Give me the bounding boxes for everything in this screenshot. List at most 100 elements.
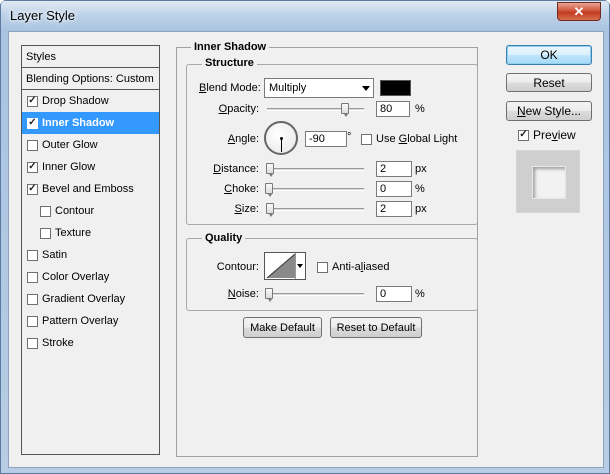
preview-toggle[interactable]: Preview — [518, 128, 576, 142]
preview-swatch — [533, 167, 565, 198]
angle-unit: ° — [347, 131, 352, 143]
anti-aliased[interactable]: Anti-aliased — [317, 261, 390, 273]
sidebar-item-bevel-and-emboss[interactable]: Bevel and Emboss — [22, 178, 159, 200]
styles-sidebar: Styles Blending Options: Custom Drop Sha… — [21, 45, 160, 455]
close-button[interactable]: ✕ — [557, 2, 601, 21]
angle-center — [280, 137, 283, 140]
distance-slider-thumb[interactable] — [266, 163, 274, 177]
distance-slider[interactable] — [267, 168, 364, 171]
choke-slider-thumb[interactable] — [265, 183, 273, 197]
blend-mode-value: Multiply — [269, 82, 307, 94]
sidebar-item-label: Color Overlay — [42, 271, 110, 283]
structure-legend: Structure — [202, 57, 257, 69]
sidebar-item-outer-glow[interactable]: Outer Glow — [22, 134, 159, 156]
noise-slider[interactable] — [267, 293, 364, 296]
blending-options-item[interactable]: Blending Options: Custom — [22, 68, 159, 90]
new-style-button[interactable]: New Style... — [506, 101, 592, 121]
sidebar-item-label: Inner Shadow — [42, 117, 115, 129]
layer-style-window: Layer Style ✕ Styles Blending Options: C… — [0, 0, 610, 474]
opacity-slider[interactable] — [267, 108, 364, 111]
panel-title: Inner Shadow — [191, 41, 270, 53]
sidebar-item-checkbox[interactable] — [27, 139, 38, 151]
chevron-down-icon — [297, 264, 303, 268]
quality-legend: Quality — [202, 232, 246, 244]
noise-unit: % — [415, 288, 425, 300]
dialog-client: Styles Blending Options: Custom Drop Sha… — [8, 31, 604, 468]
sidebar-item-checkbox[interactable] — [27, 315, 38, 327]
distance-label: Distance: — [213, 163, 259, 175]
sidebar-item-checkbox[interactable] — [27, 337, 38, 349]
sidebar-item-label: Drop Shadow — [42, 95, 109, 107]
shadow-color-swatch[interactable] — [380, 80, 411, 96]
distance-unit: px — [415, 163, 427, 175]
sidebar-item-checkbox[interactable] — [27, 249, 38, 261]
sidebar-item-label: Satin — [42, 249, 68, 261]
size-slider-thumb[interactable] — [266, 203, 274, 217]
sidebar-item-label: Inner Glow — [42, 161, 96, 173]
angle-needle — [281, 138, 282, 152]
window-title: Layer Style — [10, 8, 76, 23]
style-preview — [516, 150, 580, 213]
angle-input[interactable]: -90 — [305, 131, 347, 147]
quality-group — [186, 238, 478, 311]
noise-slider-thumb[interactable] — [265, 288, 273, 302]
styles-header[interactable]: Styles — [22, 46, 159, 68]
sidebar-item-checkbox[interactable] — [27, 117, 38, 129]
chevron-down-icon — [362, 86, 370, 91]
noise-input[interactable]: 0 — [376, 286, 412, 302]
close-icon: ✕ — [573, 3, 585, 19]
choke-input[interactable]: 0 — [376, 181, 412, 197]
sidebar-item-drop-shadow[interactable]: Drop Shadow — [22, 90, 159, 112]
sidebar-item-checkbox[interactable] — [27, 293, 38, 305]
anti-aliased-label: Anti-aliased — [332, 261, 390, 273]
opacity-slider-thumb[interactable] — [340, 103, 349, 117]
reset-button[interactable]: Reset — [506, 73, 592, 92]
sidebar-item-stroke[interactable]: Stroke — [22, 332, 159, 354]
sidebar-item-checkbox[interactable] — [27, 271, 38, 283]
make-default-button[interactable]: Make Default — [243, 317, 322, 338]
reset-to-default-button[interactable]: Reset to Default — [330, 317, 422, 338]
sidebar-item-label: Gradient Overlay — [42, 293, 126, 305]
sidebar-item-label: Bevel and Emboss — [42, 183, 134, 195]
sidebar-item-satin[interactable]: Satin — [22, 244, 159, 266]
choke-slider[interactable] — [267, 188, 364, 191]
sidebar-item-label: Texture — [55, 227, 92, 239]
angle-dial[interactable] — [264, 121, 298, 155]
sidebar-item-checkbox[interactable] — [40, 205, 51, 217]
sidebar-item-checkbox[interactable] — [27, 183, 38, 195]
size-input[interactable]: 2 — [376, 201, 412, 217]
anti-aliased-checkbox[interactable] — [317, 261, 328, 273]
sidebar-item-checkbox[interactable] — [27, 95, 38, 107]
contour-curve-icon — [266, 253, 296, 279]
sidebar-item-pattern-overlay[interactable]: Pattern Overlay — [22, 310, 159, 332]
sidebar-item-inner-glow[interactable]: Inner Glow — [22, 156, 159, 178]
opacity-unit: % — [415, 103, 425, 115]
sidebar-item-label: Stroke — [42, 337, 74, 349]
size-unit: px — [415, 203, 427, 215]
ok-button[interactable]: OK — [506, 45, 592, 65]
preview-label: Preview — [533, 128, 576, 142]
size-slider[interactable] — [267, 208, 364, 211]
opacity-label: Opacity: — [218, 103, 259, 115]
sidebar-item-color-overlay[interactable]: Color Overlay — [22, 266, 159, 288]
sidebar-item-checkbox[interactable] — [40, 227, 51, 239]
blend-mode-dropdown[interactable]: Multiply — [264, 78, 374, 98]
blend-mode-label: Blend Mode: — [199, 82, 261, 94]
title-bar[interactable]: Layer Style ✕ — [1, 1, 609, 31]
noise-label: Noise: — [227, 288, 259, 300]
use-global-light-checkbox[interactable] — [361, 133, 372, 145]
opacity-input[interactable]: 80 — [376, 101, 410, 117]
contour-picker[interactable] — [264, 252, 306, 280]
sidebar-item-checkbox[interactable] — [27, 161, 38, 173]
preview-checkbox[interactable] — [518, 129, 529, 141]
angle-label: Angle: — [227, 133, 259, 145]
sidebar-item-contour[interactable]: Contour — [22, 200, 159, 222]
sidebar-item-label: Outer Glow — [42, 139, 98, 151]
use-global-light[interactable]: Use Global Light — [361, 133, 457, 145]
sidebar-item-label: Pattern Overlay — [42, 315, 119, 327]
sidebar-item-texture[interactable]: Texture — [22, 222, 159, 244]
sidebar-item-inner-shadow[interactable]: Inner Shadow — [22, 112, 159, 134]
sidebar-item-gradient-overlay[interactable]: Gradient Overlay — [22, 288, 159, 310]
distance-input[interactable]: 2 — [376, 161, 412, 177]
style-list: Drop Shadow Inner Shadow Outer Glow Inner G… — [22, 90, 159, 354]
